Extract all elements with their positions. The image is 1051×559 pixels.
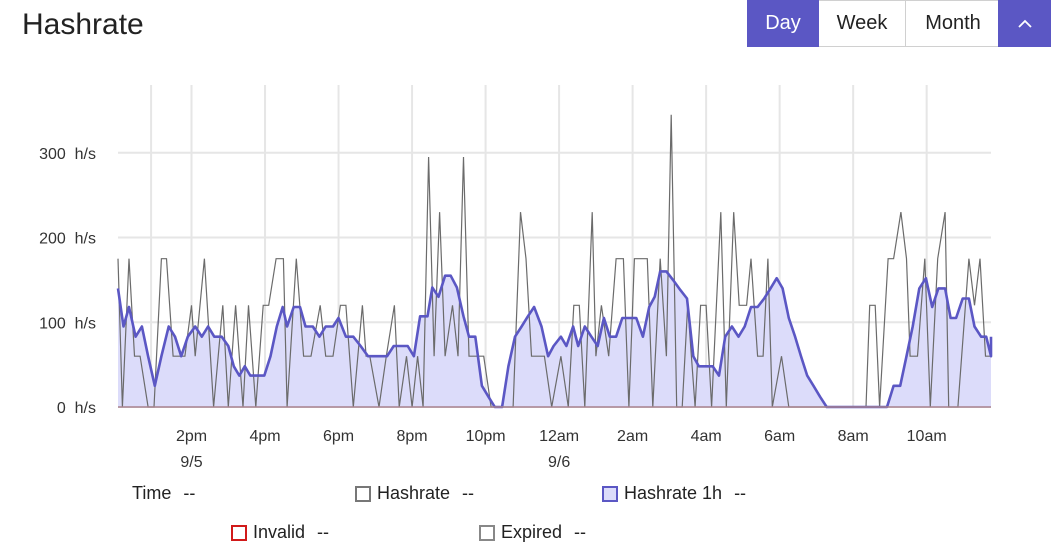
legend-invalid-label: Invalid (253, 522, 306, 542)
legend-invalid-swatch[interactable] (231, 524, 247, 541)
month-button[interactable]: Month (906, 0, 1001, 47)
y-tick-label: 100 h/s (39, 315, 96, 332)
x-tick-label: 2pm (176, 428, 207, 445)
legend-expired-value: -- (574, 522, 587, 542)
x-tick-label: 6am (764, 428, 795, 445)
legend-time-value: -- (183, 483, 196, 503)
day-button[interactable]: Day (747, 0, 819, 47)
legend-time: Time -- (132, 483, 195, 504)
hashrate-chart: 0 h/s 100 h/s 200 h/s 300 h/s 2pm 9/5 4pm 6pm 8p… (39, 85, 993, 471)
legend-invalid-value: -- (317, 522, 330, 542)
y-tick-label: 200 h/s (39, 231, 96, 248)
x-tick-label: 10pm (466, 428, 506, 445)
x-tick-label: 8pm (397, 428, 428, 445)
time-range-selector: Day Week Month (747, 0, 1001, 47)
legend-expired-label: Expired (501, 522, 563, 542)
x-tick-sublabel: 9/6 (548, 454, 570, 471)
x-tick-sublabel: 9/5 (180, 454, 202, 471)
legend-hashrate1h-value: -- (734, 483, 747, 503)
x-tick-label: 2am (617, 428, 648, 445)
legend-expired[interactable]: Expired -- (479, 522, 586, 543)
x-tick-label: 4am (691, 428, 722, 445)
x-tick-label: 12am (539, 428, 579, 445)
legend-hashrate1h-swatch[interactable] (602, 485, 618, 502)
chevron-up-icon (1017, 19, 1032, 28)
hashrate-1h-area (118, 271, 991, 407)
y-tick-label: 0 h/s (57, 400, 96, 417)
x-tick-label: 8am (838, 428, 869, 445)
week-button[interactable]: Week (819, 0, 906, 47)
x-tick-label: 4pm (249, 428, 280, 445)
collapse-button[interactable] (998, 0, 1051, 47)
page-title: Hashrate (22, 8, 144, 41)
x-tick-label: 6pm (323, 428, 354, 445)
legend-hashrate-value: -- (462, 483, 475, 503)
legend-hashrate-label: Hashrate (377, 483, 451, 503)
legend-time-label: Time (132, 483, 172, 503)
x-tick-label: 10am (907, 428, 947, 445)
y-tick-label: 300 h/s (39, 146, 96, 163)
legend-hashrate1h[interactable]: Hashrate 1h -- (602, 483, 746, 504)
legend-hashrate-swatch[interactable] (355, 485, 371, 502)
legend-invalid[interactable]: Invalid -- (231, 522, 329, 543)
legend-hashrate[interactable]: Hashrate -- (355, 483, 474, 504)
legend-hashrate1h-label: Hashrate 1h (624, 483, 723, 503)
legend-expired-swatch[interactable] (479, 524, 495, 541)
